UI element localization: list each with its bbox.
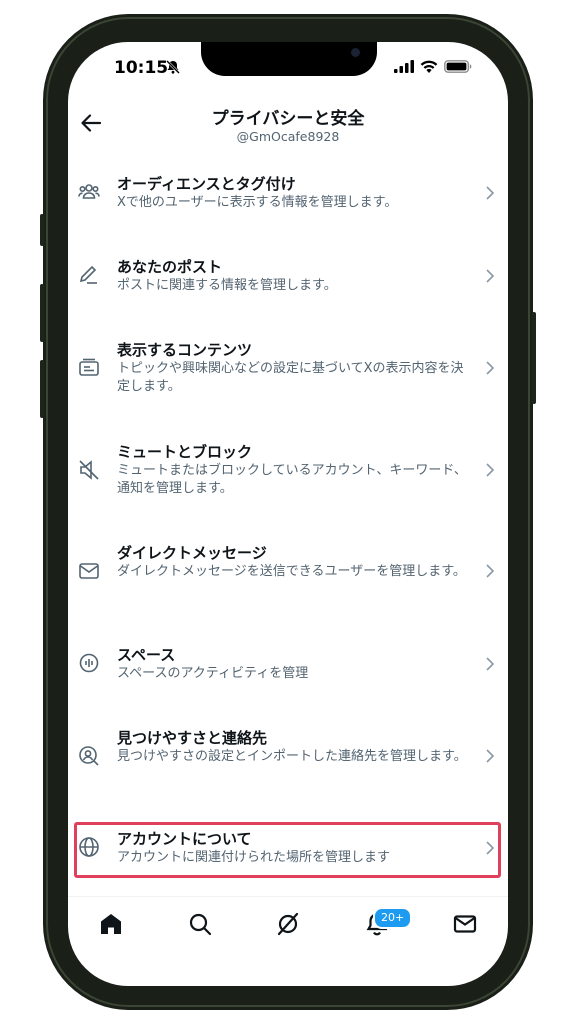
- item-text: 見つけやすさと連絡先 見つけやすさの設定とインポートした連絡先を管理します。: [117, 728, 469, 766]
- chevron-right-icon: [486, 186, 495, 200]
- item-description: ポストに関連する情報を管理します。: [117, 278, 337, 293]
- volume-up-button: [40, 284, 44, 342]
- silent-bell-icon: [166, 60, 180, 74]
- home-icon[interactable]: [98, 911, 124, 937]
- power-button: [532, 312, 536, 404]
- messages-icon[interactable]: [452, 911, 478, 937]
- screen: 10:15 プライバシーと安全 @GmOcafe8928 オーディエンスとタグ付…: [68, 42, 508, 986]
- highlight-box: [74, 822, 501, 878]
- volume-down-button: [40, 360, 44, 418]
- item-text: 表示するコンテンツ トピックや興味関心などの設定に基づいてXの表示内容を決定しま…: [117, 340, 469, 396]
- envelope-icon: [79, 563, 99, 579]
- chevron-right-icon: [486, 361, 495, 375]
- page-header: プライバシーと安全 @GmOcafe8928: [68, 100, 508, 150]
- pencil-icon: [79, 265, 97, 284]
- item-description: ダイレクトメッセージを送信できるユーザーを管理します。: [117, 564, 466, 579]
- search-icon[interactable]: [187, 911, 213, 937]
- content-icon: [79, 358, 99, 376]
- find-contacts-icon: [79, 746, 99, 766]
- mute-icon: [79, 460, 99, 480]
- item-text: あなたのポスト ポストに関連する情報を管理します。: [117, 257, 469, 295]
- bottom-tab-bar: 20+: [68, 896, 508, 957]
- chevron-right-icon: [486, 749, 495, 763]
- people-icon: [78, 184, 100, 199]
- account-handle: @GmOcafe8928: [236, 129, 340, 144]
- item-label: 見つけやすさと連絡先: [117, 729, 268, 747]
- item-label: オーディエンスとタグ付け: [117, 175, 296, 193]
- page-title: プライバシーと安全: [211, 109, 365, 129]
- chevron-right-icon: [486, 657, 495, 671]
- item-text: ミュートとブロック ミュートまたはブロックしているアカウント、キーワード、通知を…: [117, 442, 469, 498]
- status-time: 10:15: [114, 58, 169, 78]
- chevron-right-icon: [486, 269, 495, 283]
- notch: [201, 42, 377, 76]
- item-text: ダイレクトメッセージ ダイレクトメッセージを送信できるユーザーを管理します。: [117, 543, 469, 581]
- item-label: 表示するコンテンツ: [117, 341, 253, 359]
- spaces-icon: [79, 653, 99, 673]
- item-label: スペース: [117, 646, 176, 664]
- battery-icon: [444, 60, 472, 73]
- action-button: [40, 214, 44, 246]
- chevron-right-icon: [486, 463, 495, 477]
- notification-badge: 20+: [373, 907, 413, 929]
- item-label: あなたのポスト: [117, 258, 223, 276]
- item-label: ダイレクトメッセージ: [117, 544, 267, 562]
- item-description: 見つけやすさの設定とインポートした連絡先を管理します。: [117, 749, 467, 764]
- chevron-right-icon: [486, 564, 495, 578]
- grok-icon[interactable]: [275, 911, 301, 937]
- item-text: オーディエンスとタグ付け Xで他のユーザーに表示する情報を管理します。: [117, 174, 469, 212]
- cellular-signal-icon: [394, 60, 414, 73]
- item-description: トピックや興味関心などの設定に基づいてXの表示内容を決定します。: [117, 361, 464, 394]
- item-description: ミュートまたはブロックしているアカウント、キーワード、通知を管理します。: [117, 463, 467, 496]
- camera-dot: [351, 48, 360, 57]
- item-label: ミュートとブロック: [117, 443, 253, 461]
- wifi-icon: [420, 60, 438, 73]
- status-icons: [394, 60, 472, 73]
- item-description: Xで他のユーザーに表示する情報を管理します。: [117, 195, 398, 210]
- item-text: スペース スペースのアクティビティを管理: [117, 645, 469, 683]
- item-description: スペースのアクティビティを管理: [117, 666, 309, 681]
